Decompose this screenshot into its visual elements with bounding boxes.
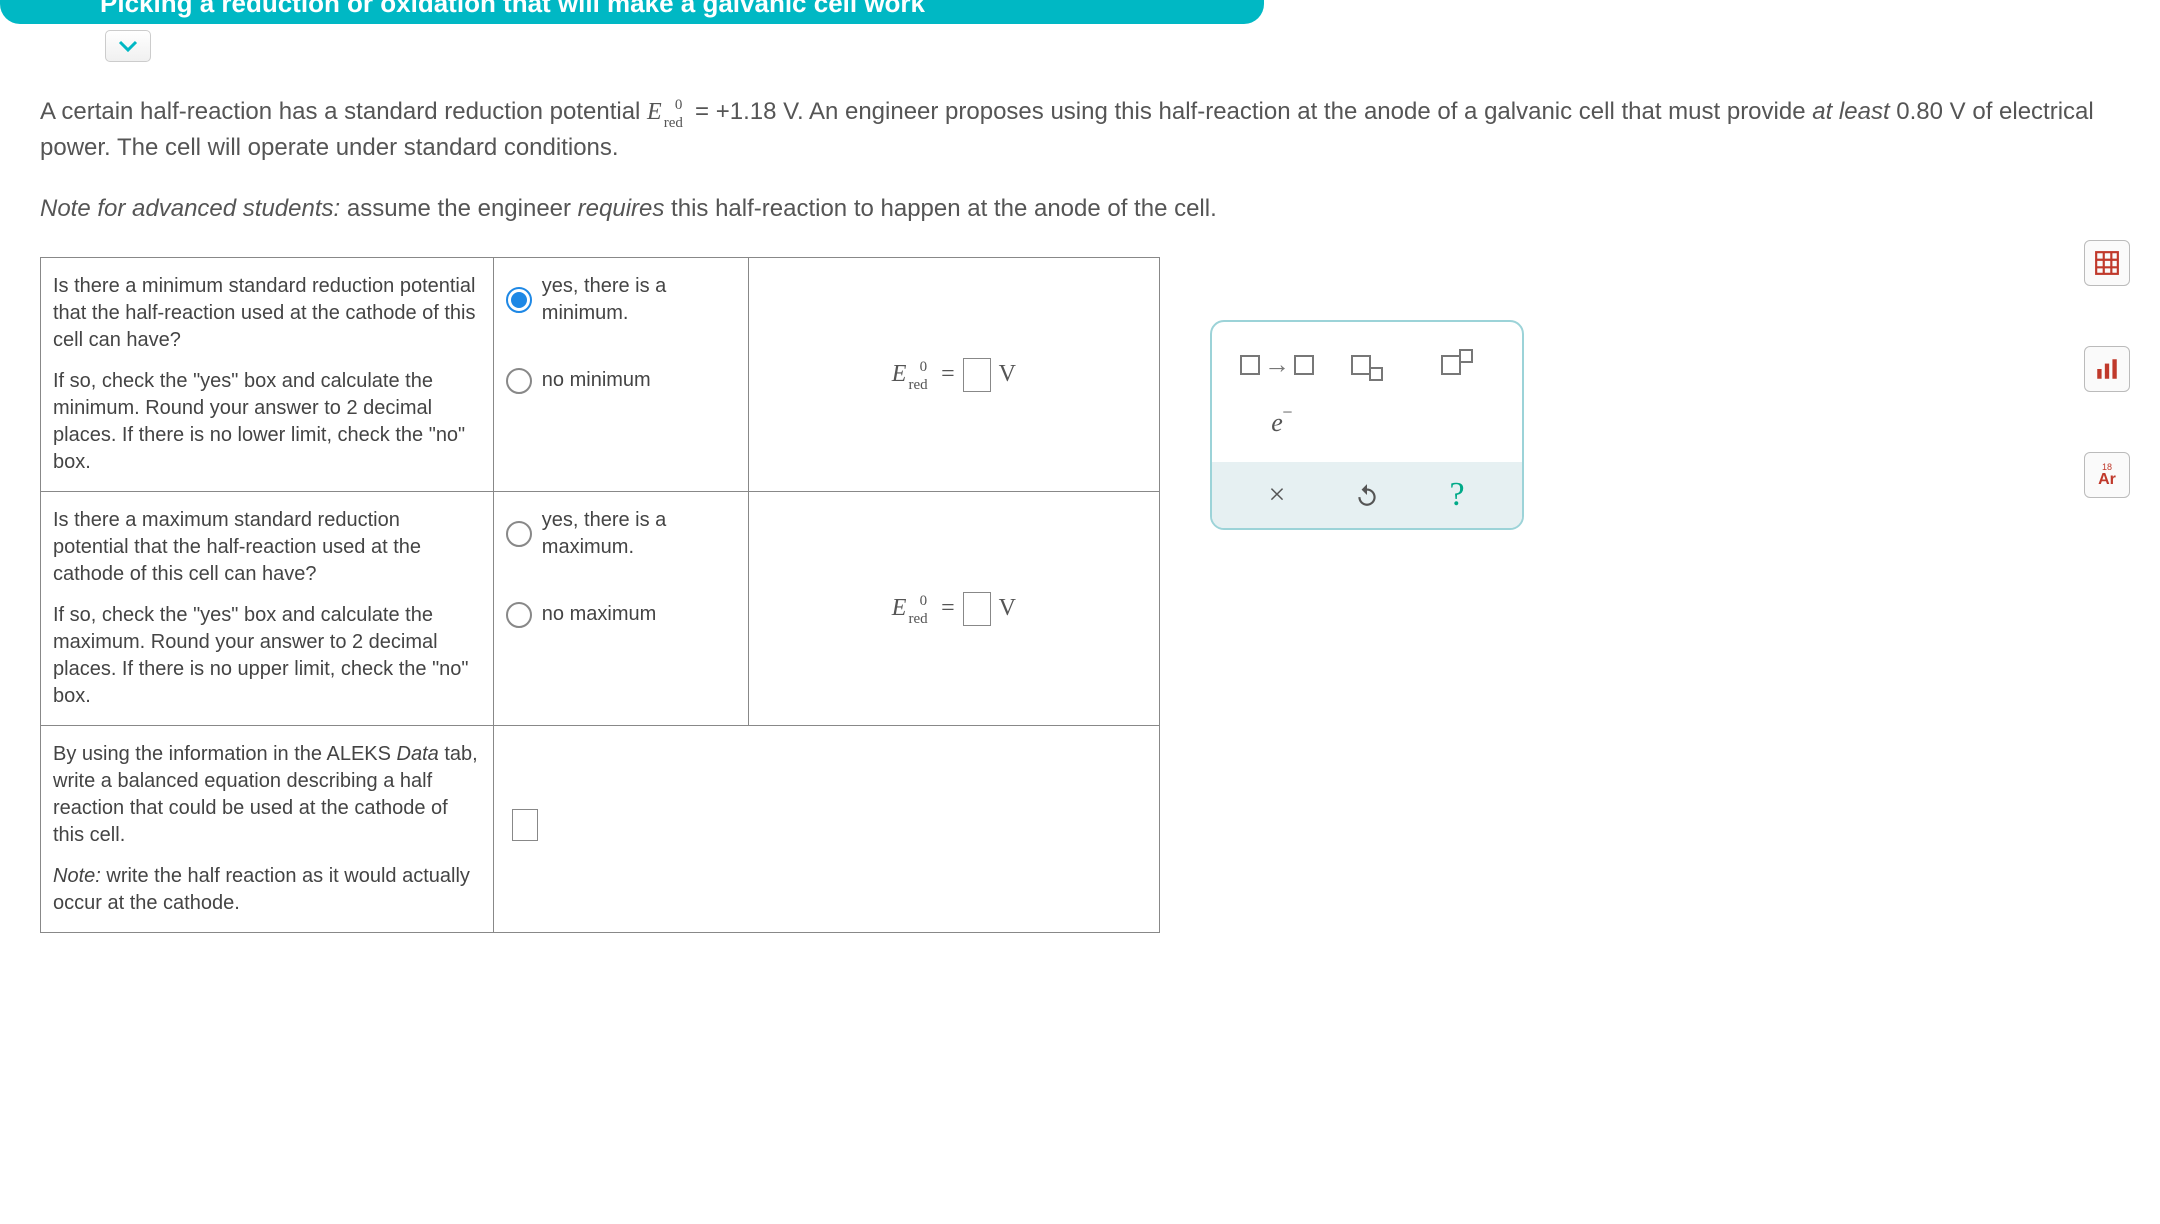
palette-subscript-template[interactable] — [1337, 340, 1397, 390]
min-value-cell: Ered0 = V — [748, 258, 1159, 492]
max-value-input[interactable] — [963, 592, 991, 626]
max-no-radio[interactable] — [506, 602, 532, 628]
min-value-input[interactable] — [963, 358, 991, 392]
min-options-cell: yes, there is a minimum. no minimum — [493, 258, 748, 492]
note-body: assume the engineer — [340, 195, 577, 222]
eq-answer-cell — [493, 726, 1159, 933]
equals-sign: = — [941, 358, 955, 390]
eq-question-cell: By using the information in the ALEKS Da… — [41, 726, 494, 933]
periodic-symbol: Ar — [2098, 472, 2116, 488]
header-bar: Picking a reduction or oxidation that wi… — [0, 0, 1264, 24]
max-unit: V — [999, 592, 1016, 624]
intro-text: A certain half-reaction has a standard r… — [40, 94, 2120, 166]
palette-arrow-template[interactable]: → — [1247, 340, 1307, 390]
max-yes-radio[interactable] — [506, 521, 532, 547]
min-yes-radio[interactable] — [506, 287, 532, 313]
max-value-cell: Ered0 = V — [748, 492, 1159, 726]
min-unit: V — [999, 358, 1016, 390]
palette-reset[interactable] — [1337, 470, 1397, 520]
question-content: A certain half-reaction has a standard r… — [40, 94, 2120, 933]
max-ered-symbol: Ered0 — [892, 592, 933, 624]
min-q2: If so, check the "yes" box and calculate… — [53, 368, 481, 476]
ered-symbol: Ered0 — [647, 94, 688, 130]
max-question-cell: Is there a maximum standard reduction po… — [41, 492, 494, 726]
max-q2: If so, check the "yes" box and calculate… — [53, 602, 481, 710]
reaction-equation-input[interactable] — [512, 809, 538, 841]
note-text: Note for advanced students: assume the e… — [40, 191, 2120, 227]
max-options-cell: yes, there is a maximum. no maximum — [493, 492, 748, 726]
intro-part1: A certain half-reaction has a standard r… — [40, 98, 647, 125]
side-tools: 18 Ar — [2084, 240, 2130, 498]
max-no-label: no maximum — [542, 601, 656, 628]
note-prefix: Note for advanced students: — [40, 195, 340, 222]
bar-chart-tool-icon[interactable] — [2084, 346, 2130, 392]
eq-data-word: Data — [397, 743, 439, 765]
max-q1: Is there a maximum standard reduction po… — [53, 507, 481, 588]
collapse-toggle[interactable] — [105, 30, 151, 62]
intro-ered-value: = +1.18 V — [695, 98, 797, 125]
palette-superscript-template[interactable] — [1427, 340, 1487, 390]
note-requires: requires — [578, 195, 665, 222]
palette-electron[interactable]: e− — [1247, 398, 1307, 448]
special-char-palette: → e− × ? — [1210, 320, 1524, 530]
eq-q2b: write the half reaction as it would actu… — [53, 865, 470, 914]
periodic-table-tool-icon[interactable]: 18 Ar — [2084, 452, 2130, 498]
max-yes-label: yes, there is a maximum. — [542, 507, 736, 561]
palette-help[interactable]: ? — [1427, 470, 1487, 520]
min-yes-label: yes, there is a minimum. — [542, 273, 736, 327]
min-no-radio[interactable] — [506, 368, 532, 394]
eq-q1a: By using the information in the ALEKS — [53, 743, 397, 765]
data-table-tool-icon[interactable] — [2084, 240, 2130, 286]
intro-atleast: at least — [1812, 98, 1889, 125]
eq-note-label: Note: — [53, 865, 101, 887]
min-no-label: no minimum — [542, 367, 651, 394]
question-table: Is there a minimum standard reduction po… — [40, 257, 1160, 933]
min-ered-symbol: Ered0 — [892, 358, 933, 390]
equals-sign: = — [941, 592, 955, 624]
page-title: Picking a reduction or oxidation that wi… — [100, 0, 925, 19]
min-q1: Is there a minimum standard reduction po… — [53, 273, 481, 354]
min-question-cell: Is there a minimum standard reduction po… — [41, 258, 494, 492]
intro-part2: . An engineer proposes using this half-r… — [797, 98, 1812, 125]
palette-clear[interactable]: × — [1247, 470, 1307, 520]
note-rest: this half-reaction to happen at the anod… — [664, 195, 1216, 222]
